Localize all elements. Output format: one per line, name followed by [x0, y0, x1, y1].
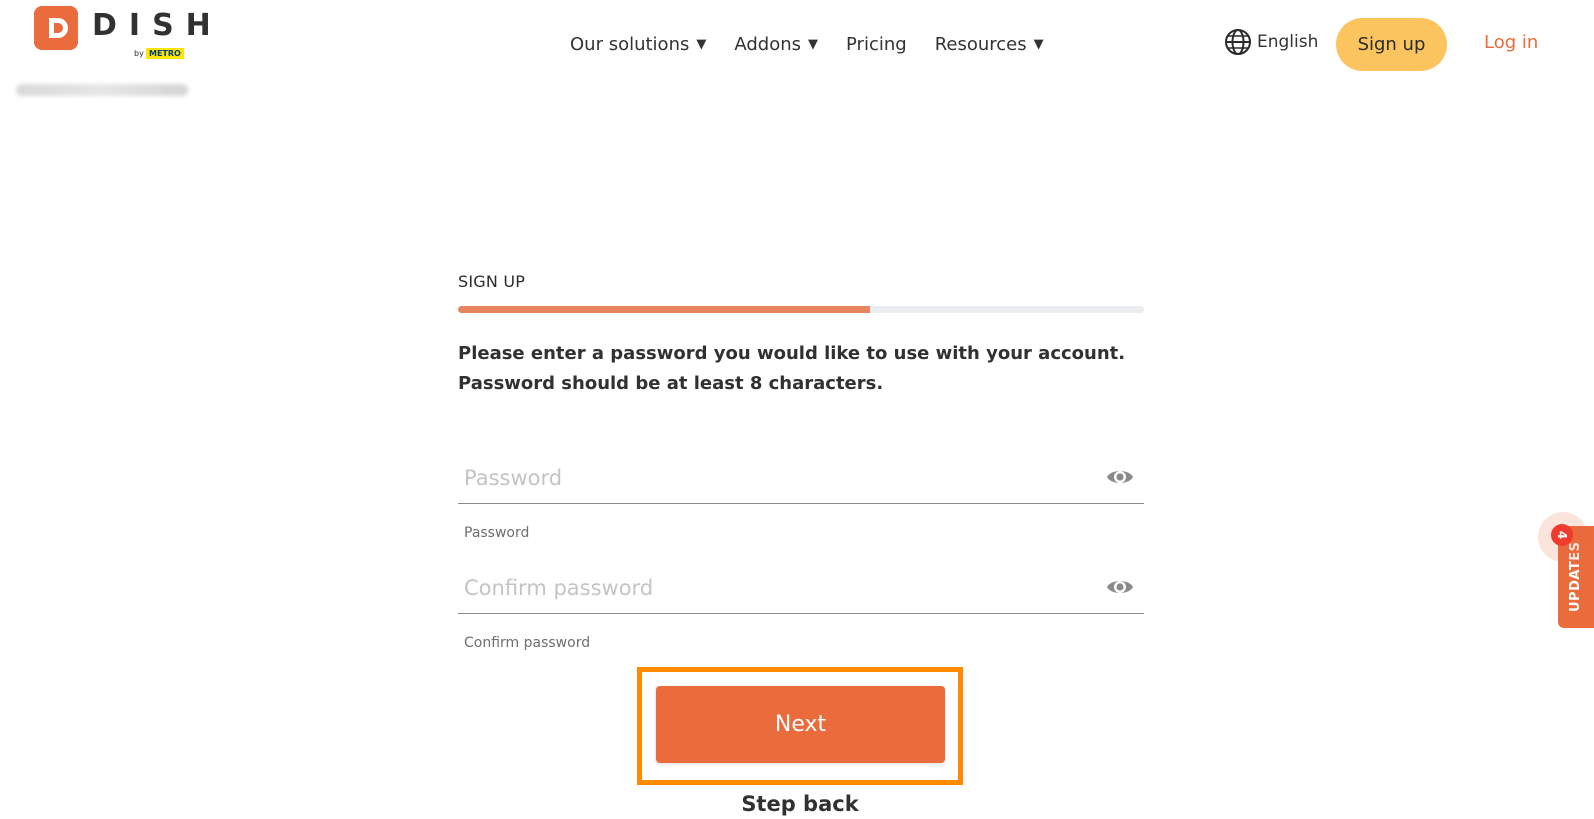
updates-count-badge: 4 — [1551, 524, 1573, 546]
breadcrumb — [16, 84, 188, 96]
nav-our-solutions[interactable]: Our solutions ▼ — [570, 34, 706, 55]
main-nav: Our solutions ▼ Addons ▼ Pricing Resourc… — [570, 30, 1072, 58]
dish-logo-icon — [34, 6, 78, 50]
signup-form: SIGN UP Please enter a password you woul… — [458, 272, 1144, 651]
nav-pricing[interactable]: Pricing — [846, 34, 907, 55]
next-button[interactable]: Next — [656, 686, 945, 763]
nav-pricing-label: Pricing — [846, 33, 907, 55]
log-in-link[interactable]: Log in — [1484, 32, 1538, 53]
password-helper-text: Password — [464, 525, 530, 541]
sign-up-button[interactable]: Sign up — [1336, 18, 1447, 71]
chevron-down-icon: ▼ — [696, 36, 707, 52]
step-back-link[interactable]: Step back — [700, 792, 900, 816]
nav-addons-label: Addons — [734, 33, 802, 55]
progress-bar-fill — [458, 306, 870, 313]
language-label: English — [1257, 32, 1319, 52]
confirm-password-helper-text: Confirm password — [464, 635, 591, 651]
globe-icon — [1225, 29, 1251, 55]
metro-logo: METRO — [146, 48, 184, 59]
eye-icon[interactable] — [1106, 576, 1134, 598]
chevron-down-icon: ▼ — [1033, 36, 1044, 52]
language-selector[interactable]: English — [1224, 28, 1318, 56]
chevron-down-icon: ▼ — [808, 36, 819, 52]
password-field — [458, 452, 1144, 504]
logo-by-text: by — [134, 49, 144, 58]
nav-resources-label: Resources — [934, 33, 1027, 55]
form-title: SIGN UP — [458, 272, 526, 291]
dish-logo[interactable]: DISH by METRO — [34, 6, 211, 64]
confirm-password-input[interactable] — [464, 570, 1084, 606]
confirm-password-field — [458, 562, 1144, 614]
instruction-text: Please enter a password you would like t… — [458, 343, 1126, 394]
nav-addons[interactable]: Addons ▼ — [734, 34, 818, 55]
dish-wordmark: DISH — [92, 8, 223, 43]
nav-our-solutions-label: Our solutions — [570, 33, 690, 55]
eye-icon[interactable] — [1106, 466, 1134, 488]
password-input[interactable] — [464, 460, 1084, 496]
progress-bar — [458, 306, 1144, 313]
nav-resources[interactable]: Resources ▼ — [935, 34, 1044, 55]
